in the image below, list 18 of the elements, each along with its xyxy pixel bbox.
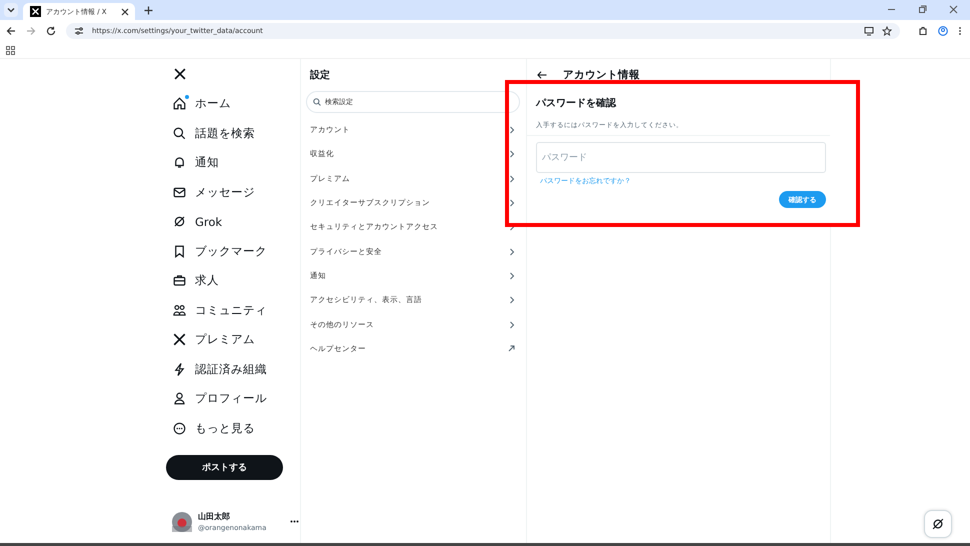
nav-item[interactable]: Grok bbox=[166, 207, 306, 236]
nav-item[interactable]: 認証済み組織 bbox=[166, 354, 306, 384]
post-button[interactable]: ポストする bbox=[166, 455, 283, 480]
nav-item[interactable]: もっと見る bbox=[166, 414, 306, 443]
nav-item[interactable]: メッセージ bbox=[166, 178, 306, 207]
account-name: 山田太郎 bbox=[198, 511, 231, 522]
nav-item[interactable]: 通知 bbox=[166, 148, 306, 178]
settings-title: 設定 bbox=[310, 68, 331, 82]
nav-item[interactable]: コミュニティ bbox=[166, 296, 306, 325]
nav-item[interactable]: プレミアム bbox=[166, 325, 306, 354]
password-field[interactable]: パスワード bbox=[536, 142, 826, 173]
page-title: アカウント情報 bbox=[563, 68, 640, 82]
nav-item[interactable]: プロフィール bbox=[166, 384, 306, 414]
nav-item[interactable]: 求人 bbox=[166, 266, 306, 296]
nav-item[interactable]: ホーム bbox=[166, 89, 306, 118]
nav-item[interactable]: ブックマーク bbox=[166, 236, 306, 266]
nav-item[interactable]: 話題を検索 bbox=[166, 118, 306, 148]
dialog-title: パスワードを確認 bbox=[536, 96, 618, 110]
